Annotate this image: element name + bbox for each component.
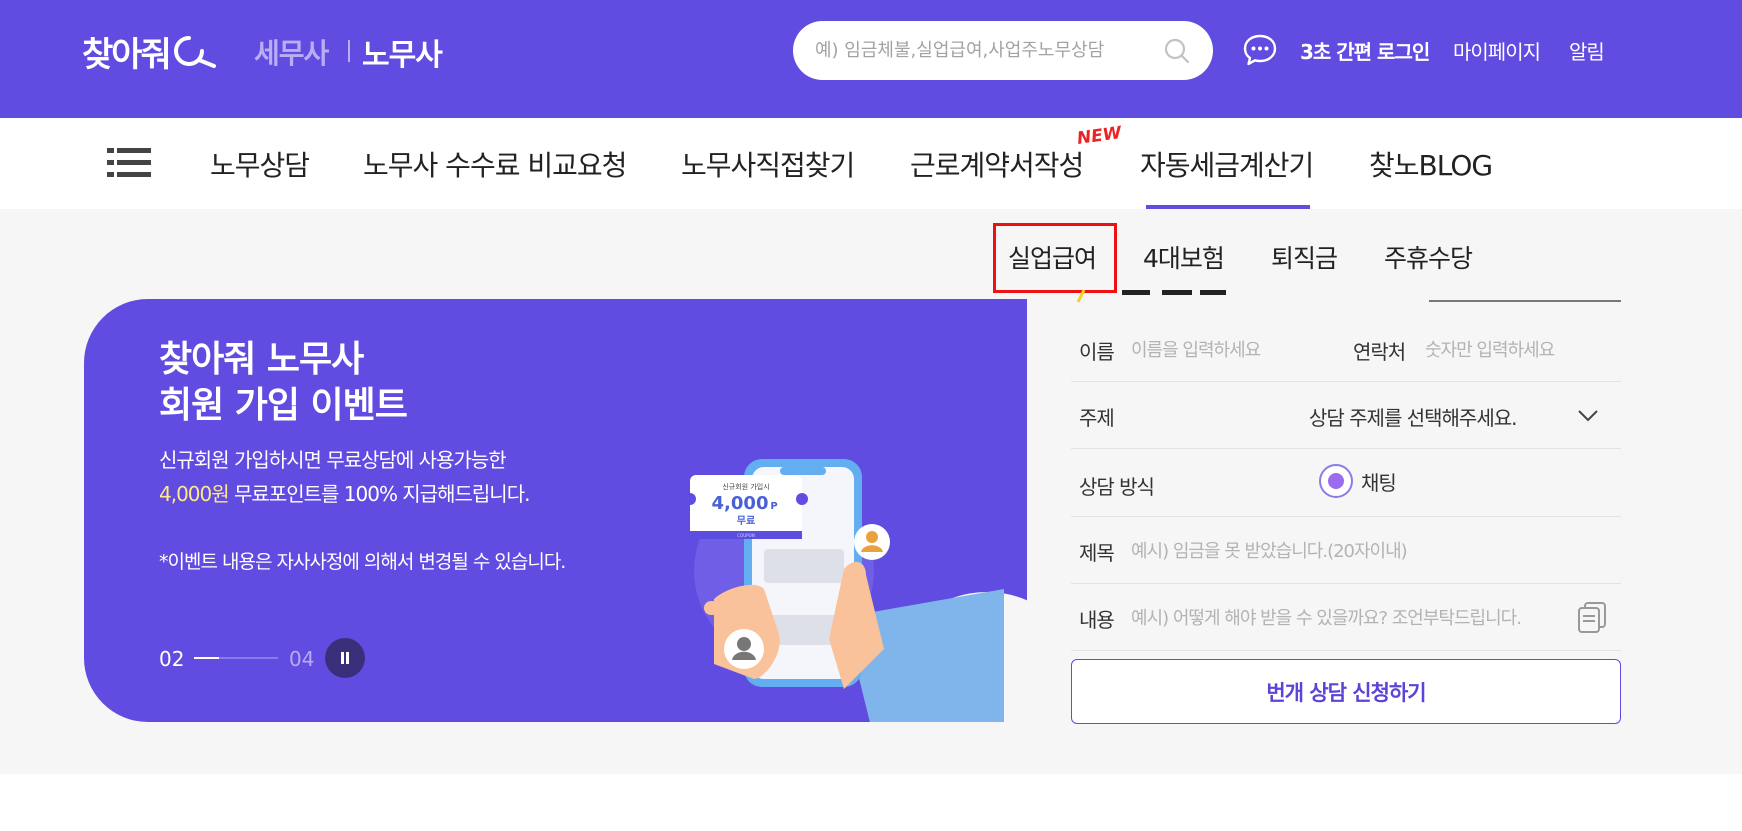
- quick-consult-submit-button[interactable]: 번개 상담 신청하기: [1071, 659, 1621, 724]
- name-input[interactable]: [1131, 336, 1331, 364]
- radio-dot: [1328, 473, 1344, 489]
- nav-item-find-labor-attorney[interactable]: 노무사직접찾기: [681, 144, 855, 184]
- nav-item-tax-calculator[interactable]: 자동세금계산기: [1140, 144, 1314, 184]
- contact-input[interactable]: [1425, 336, 1615, 364]
- coupon-free: 무료: [737, 515, 755, 527]
- subnav-item-four-insurance[interactable]: 4대보험: [1143, 239, 1225, 275]
- alarm-link[interactable]: 알림: [1569, 36, 1605, 65]
- form-row-method: 상담 방식 채팅: [1071, 449, 1621, 517]
- form-heading-fragment: [1076, 289, 1226, 303]
- magnifier-logo-icon: [173, 36, 216, 68]
- search-input[interactable]: [815, 21, 1145, 80]
- brand-labor-link[interactable]: 노무사: [362, 30, 443, 74]
- pager-progress-fill: [194, 657, 220, 659]
- form-row-content: 내용: [1071, 584, 1621, 651]
- nav-item-labor-consult[interactable]: 노무상담: [210, 144, 310, 184]
- search-box: [793, 21, 1213, 80]
- coupon-title: 신규회원 가입시: [722, 482, 769, 491]
- banner-desc-line1: 신규회원 가입하시면 무료상담에 사용가능한: [159, 448, 507, 472]
- logo-text: 찾아줘: [82, 34, 172, 75]
- subject-label: 제목: [1079, 541, 1115, 565]
- nav-item-blog[interactable]: 찾노BLOG: [1369, 144, 1493, 184]
- coupon-amount: 4,000: [712, 493, 769, 514]
- banner-title-line2: 회원 가입 이벤트: [159, 385, 408, 426]
- coupon-footer: COUPON: [737, 533, 754, 538]
- contact-label: 연락처: [1353, 340, 1406, 364]
- banner-title-line1: 찾아줘 노무사: [159, 339, 364, 380]
- pager-progress-track: [194, 657, 278, 659]
- pause-button[interactable]: [325, 638, 365, 678]
- form-row-subject: 제목: [1071, 517, 1621, 584]
- method-label: 상담 방식: [1079, 475, 1155, 499]
- form-row-topic: 주제 상담 주제를 선택해주세요.: [1071, 382, 1621, 449]
- pager-current: 02: [159, 647, 185, 671]
- search-icon[interactable]: [1163, 37, 1191, 65]
- chevron-down-icon[interactable]: [1577, 409, 1599, 423]
- subnav-selection-highlight: [993, 223, 1117, 293]
- coupon-unit: P: [770, 501, 777, 512]
- name-label: 이름: [1079, 340, 1115, 364]
- content-input[interactable]: [1131, 604, 1581, 632]
- banner-desc-rest: 무료포인트를 100% 지급해드립니다.: [228, 482, 530, 506]
- hamburger-menu-icon[interactable]: [107, 148, 151, 178]
- site-logo[interactable]: 찾아줘: [82, 28, 222, 75]
- subnav-item-severance-pay[interactable]: 퇴직금: [1271, 239, 1338, 275]
- banner-desc-line2: 4,000원 무료포인트를 100% 지급해드립니다.: [159, 478, 530, 507]
- nav-item-fee-compare[interactable]: 노무사 수수료 비교요청: [363, 144, 627, 184]
- chat-icon[interactable]: [1243, 33, 1277, 67]
- brand-divider: [348, 40, 350, 62]
- subnav-item-weekly-holiday-pay[interactable]: 주휴수당: [1384, 239, 1473, 275]
- form-row-name-contact: 이름 연락처: [1071, 322, 1621, 382]
- content-label: 내용: [1079, 608, 1115, 632]
- brand-tax-link[interactable]: 세무사: [254, 32, 329, 72]
- event-banner[interactable]: 찾아줘 노무사 회원 가입 이벤트 신규회원 가입하시면 무료상담에 사용가능한…: [84, 299, 1027, 722]
- banner-note: *이벤트 내용은 자사사정에 의해서 변경될 수 있습니다.: [159, 551, 566, 573]
- topic-label: 주제: [1079, 406, 1115, 430]
- quick-login-link[interactable]: 3초 간편 로그인: [1300, 36, 1430, 65]
- top-header: 찾아줘 세무사 노무사 3초 간편 로그인 마이페이지 알림: [0, 0, 1742, 118]
- subject-input[interactable]: [1131, 537, 1611, 565]
- phone-coupon-illustration: 신규회원 가입시 4,000 P 무료 COUPON: [684, 459, 1004, 722]
- chat-radio[interactable]: [1319, 464, 1353, 498]
- main-nav: 노무상담 노무사 수수료 비교요청 노무사직접찾기 근로계약서작성 자동세금계산…: [0, 118, 1742, 209]
- form-heading-rule: [1429, 300, 1621, 302]
- topic-select[interactable]: 상담 주제를 선택해주세요.: [1309, 402, 1517, 431]
- document-icon[interactable]: [1577, 601, 1607, 633]
- banner-amount: 4,000원: [159, 482, 230, 506]
- nav-item-employment-contract[interactable]: 근로계약서작성: [910, 144, 1084, 184]
- chat-option-label: 채팅: [1361, 471, 1397, 495]
- pager-total: 04: [289, 647, 315, 671]
- sub-nav: 실업급여 4대보험 퇴직금 주휴수당: [0, 209, 1742, 299]
- mypage-link[interactable]: 마이페이지: [1453, 36, 1541, 65]
